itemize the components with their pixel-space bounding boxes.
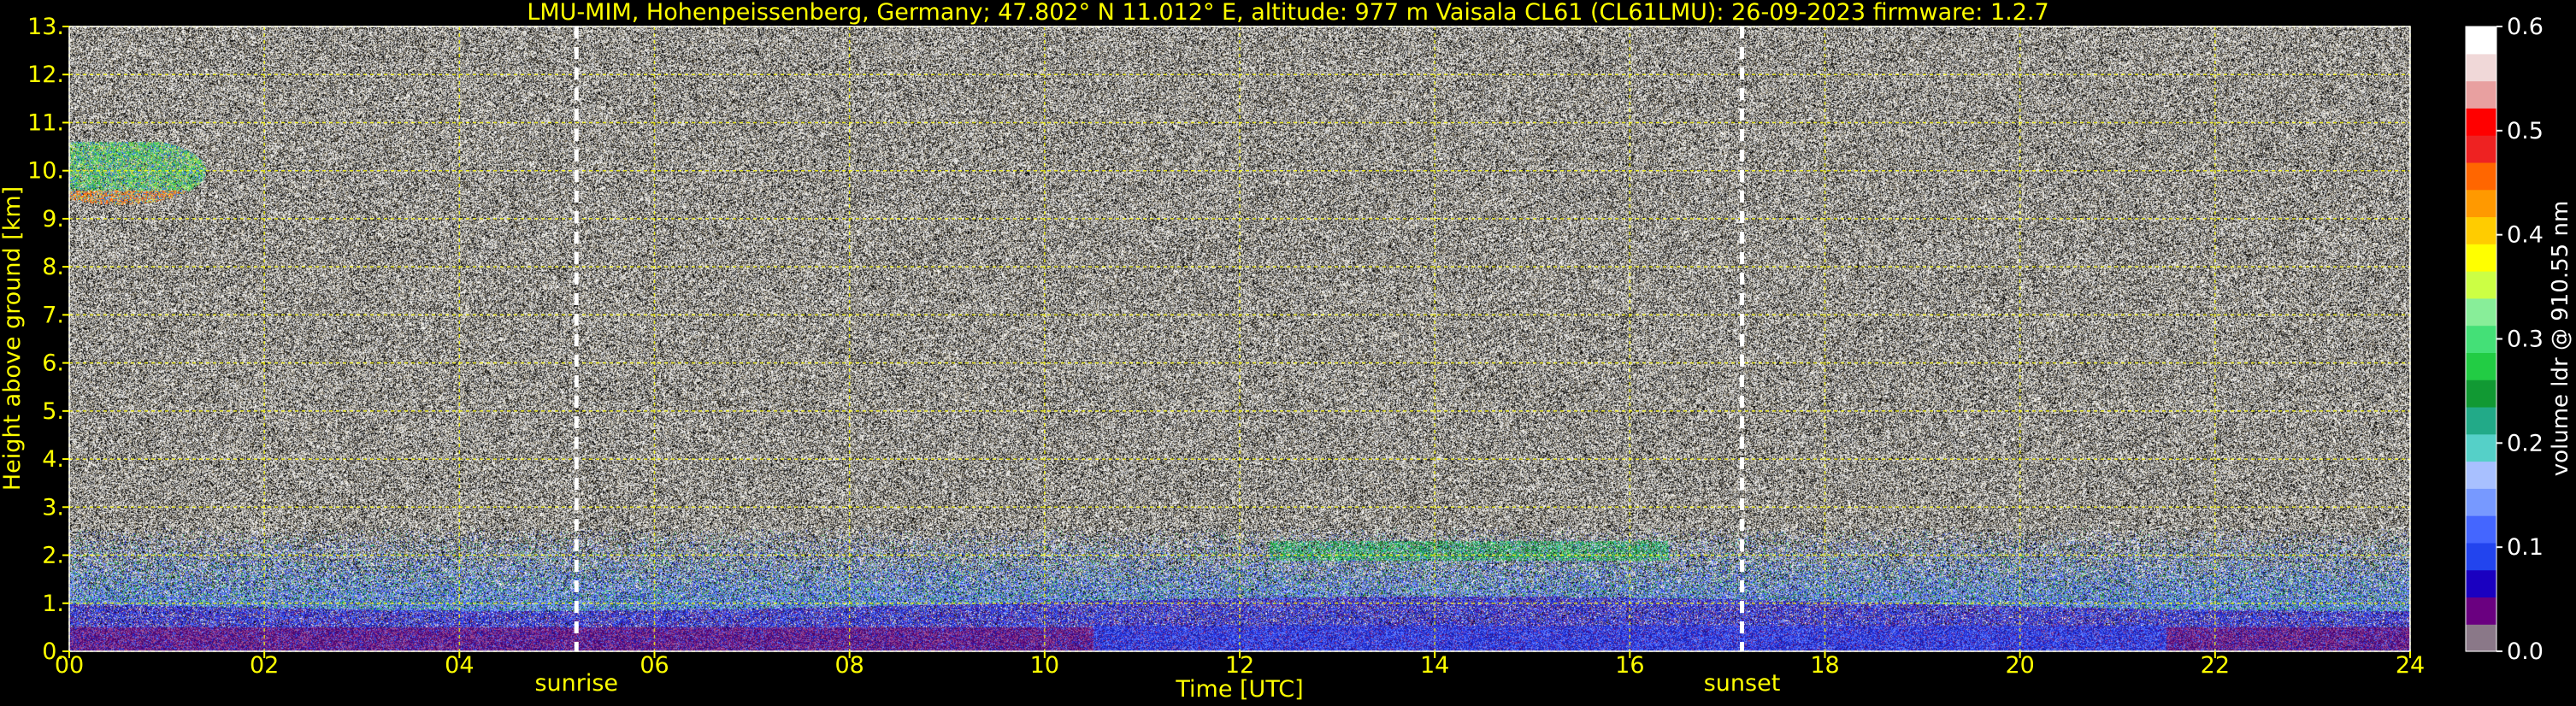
colorbar-segment (2466, 624, 2496, 652)
colorbar-segment (2466, 461, 2496, 489)
y-tick-label: 7. (42, 302, 64, 328)
x-axis-label: Time [UTC] (1175, 676, 1303, 703)
colorbar-segment (2466, 189, 2496, 218)
colorbar-segment (2466, 162, 2496, 191)
x-tick-label: 02 (250, 652, 279, 679)
event-lines: sunrise sunset (534, 26, 1780, 697)
colorbar-tick-label: 0.6 (2507, 14, 2544, 40)
event-label-sunset: sunset (1704, 670, 1781, 697)
y-tick-label: 2. (42, 543, 64, 569)
colorbar-tick-label: 0.0 (2507, 638, 2544, 665)
y-tick-label: 6. (42, 350, 64, 377)
x-tick-label: 04 (445, 652, 474, 679)
x-tick-label: 08 (834, 652, 864, 679)
colorbar-segment (2466, 108, 2496, 136)
event-label-sunrise: sunrise (534, 670, 618, 697)
y-axis-label: Height above ground [km] (0, 186, 26, 491)
chart-overlay: sunrise sunset 00 02 04 06 08 10 12 14 16 18 20 22 24… (0, 14, 2573, 703)
y-tick-label: 4. (42, 446, 64, 473)
colorbar-segment (2466, 569, 2496, 598)
colorbar-segment (2466, 406, 2496, 435)
y-tick-label: 5. (42, 398, 64, 425)
y-tick-label: 3. (42, 494, 64, 521)
colorbar-segment (2466, 26, 2496, 55)
axes: 00 02 04 06 08 10 12 14 16 18 20 22 240.1.2.3.4.5.6.… (27, 14, 2425, 679)
colorbar-segment (2466, 244, 2496, 272)
colorbar-segment (2466, 53, 2496, 82)
x-tick-label: 20 (2005, 652, 2034, 679)
y-tick-label: 1. (42, 591, 64, 617)
colorbar-segment (2466, 433, 2496, 462)
colorbar: 0.0 0.1 0.2 0.3 0.4 0.5 0.6 (2465, 14, 2544, 665)
x-tick-label: 22 (2201, 652, 2230, 679)
x-tick-label: 12 (1225, 652, 1254, 679)
colorbar-segment (2466, 597, 2496, 625)
colorbar-segment (2466, 379, 2496, 408)
colorbar-segment (2466, 352, 2496, 380)
colorbar-segment (2466, 135, 2496, 163)
x-tick-label: 16 (1615, 652, 1644, 679)
colorbar-segment (2466, 488, 2496, 516)
grid (68, 26, 2411, 652)
ceilometer-figure: LMU-MIM, Hohenpeissenberg, Germany; 47.8… (0, 0, 2576, 706)
colorbar-segment (2466, 80, 2496, 109)
x-tick-label: 06 (640, 652, 669, 679)
colorbar-segment (2466, 325, 2496, 353)
y-tick-label: 0. (42, 638, 64, 665)
colorbar-tick-label: 0.1 (2507, 534, 2544, 561)
colorbar-segment (2466, 297, 2496, 327)
x-tick-label: 24 (2396, 652, 2425, 679)
y-tick-label: 11. (27, 109, 64, 136)
colorbar-segment (2466, 542, 2496, 571)
colorbar-segment (2466, 216, 2496, 244)
x-tick-label: 14 (1420, 652, 1449, 679)
x-tick-label: 18 (1810, 652, 1839, 679)
x-tick-label: 10 (1030, 652, 1059, 679)
y-tick-label: 9. (42, 206, 64, 232)
y-tick-label: 10. (27, 158, 64, 185)
colorbar-segment (2466, 515, 2496, 544)
colorbar-tick-label: 0.4 (2507, 222, 2544, 249)
plot-frame (68, 26, 2411, 652)
colorbar-tick-label: 0.5 (2507, 118, 2544, 144)
colorbar-segment (2466, 271, 2496, 299)
y-tick-label: 8. (42, 254, 64, 280)
y-tick-label: 12. (27, 62, 64, 88)
colorbar-tick-label: 0.3 (2507, 327, 2544, 353)
colorbar-label: volume ldr @ 910.55 nm (2548, 201, 2573, 477)
colorbar-tick-label: 0.2 (2507, 430, 2544, 456)
y-tick-label: 13. (27, 14, 64, 40)
